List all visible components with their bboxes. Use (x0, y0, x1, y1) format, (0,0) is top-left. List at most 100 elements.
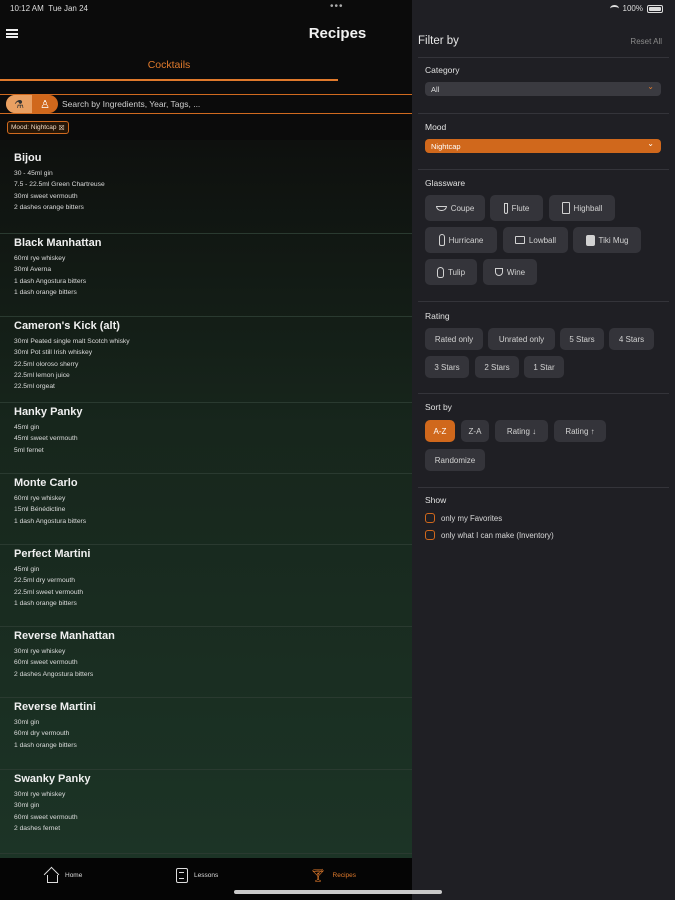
glass-icon[interactable]: ♙ (32, 95, 58, 113)
glassware-flute-label: Flute (511, 203, 530, 213)
recipe-ingredient: 7.5 - 22.5ml Green Chartreuse (14, 181, 105, 189)
recipe-ingredient: 22.5ml sweet vermouth (14, 588, 84, 596)
recipe-card[interactable]: Perfect Martini 45ml gin 22.5ml dry vermou… (0, 548, 412, 627)
mood-select[interactable]: Nightcap ⌄ (425, 139, 661, 153)
recipe-ingredient: 60ml sweet vermouth (14, 659, 78, 667)
recipe-ingredient: 30ml rye whiskey (14, 791, 66, 798)
tab-cocktails[interactable]: Cocktails (0, 52, 338, 81)
recipe-ingredient: 45ml sweet vermouth (14, 435, 78, 443)
divider (418, 301, 669, 302)
recipe-card[interactable]: Swanky Panky 30ml rye whiskey 30ml gin 60ml… (0, 773, 412, 854)
recipe-card[interactable]: Bijou 30 - 45ml gin 7.5 - 22.5ml Green Cha… (0, 152, 412, 234)
sort-a-z[interactable]: A-Z (425, 420, 455, 442)
active-filter-chip[interactable]: Mood: Nightcap ☒ (7, 121, 69, 134)
status-time: 10:12 AM Tue Jan 24 (10, 4, 88, 13)
ingredients-icon[interactable]: ⚗ (6, 95, 32, 113)
glassware-label: Glassware (425, 178, 466, 188)
search-row: ⚗ ♙ (0, 94, 412, 114)
glassware-tiki-mug[interactable]: Tiki Mug (573, 227, 641, 253)
tiki-mug-icon (585, 234, 595, 246)
glassware-coupe[interactable]: Coupe (425, 195, 485, 221)
highball-glass-icon (561, 202, 570, 214)
glassware-tulip[interactable]: Tulip (425, 259, 477, 285)
recipe-ingredient: 30ml rye whiskey (14, 648, 66, 655)
tab-lessons-label: Lessons (194, 871, 219, 879)
rating-4-stars[interactable]: 4 Stars (609, 328, 654, 350)
recipe-name: Hanky Panky (14, 406, 83, 418)
recipe-card[interactable]: Reverse Manhattan 30ml rye whiskey 60ml sw… (0, 630, 412, 698)
recipe-list: Bijou 30 - 45ml gin 7.5 - 22.5ml Green Cha… (0, 140, 412, 869)
recipe-ingredient: 30 - 45ml gin (14, 170, 53, 177)
category-value: All (431, 84, 440, 94)
glassware-flute[interactable]: Flute (490, 195, 543, 221)
inventory-label: only what I can make (Inventory) (441, 530, 554, 540)
menu-icon[interactable] (6, 29, 18, 38)
glassware-hurricane-label: Hurricane (448, 235, 484, 245)
recipe-ingredient: 2 dashes Angostura bitters (14, 670, 94, 678)
wifi-icon (609, 5, 619, 12)
recipe-ingredient: 22.5ml oloroso sherry (14, 360, 79, 368)
home-icon (44, 868, 59, 883)
multitasking-dots[interactable]: ••• (330, 1, 344, 12)
sort-randomize[interactable]: Randomize (425, 449, 485, 471)
recipe-ingredient: 30ml sweet vermouth (14, 192, 78, 200)
recipe-name: Cameron's Kick (alt) (14, 320, 120, 332)
recipe-ingredient: 1 dash orange bitters (14, 741, 77, 749)
glassware-hurricane[interactable]: Hurricane (425, 227, 497, 253)
reset-all-button[interactable]: Reset All (630, 37, 662, 46)
recipe-card[interactable]: Cameron's Kick (alt) 30ml Peated single m… (0, 320, 412, 403)
glassware-highball[interactable]: Highball (549, 195, 615, 221)
search-mode-toggle[interactable]: ⚗ ♙ (6, 95, 58, 113)
mood-value: Nightcap (431, 141, 461, 151)
recipe-ingredient: 2 dashes orange bitters (14, 203, 84, 211)
favorites-label: only my Favorites (441, 513, 503, 523)
recipe-ingredient: 30ml gin (14, 802, 40, 810)
recipe-ingredient: 60ml rye whiskey (14, 255, 66, 262)
search-input[interactable] (62, 97, 392, 111)
filter-panel: Filter by Reset All Category All ⌄ Mood … (412, 0, 675, 900)
sort-rating-desc[interactable]: Rating ↓ (495, 420, 548, 442)
home-indicator[interactable] (234, 890, 442, 894)
tulip-glass-icon (436, 266, 444, 278)
inventory-checkbox[interactable] (425, 530, 435, 540)
rating-rated-only[interactable]: Rated only (425, 328, 483, 350)
rating-2-stars[interactable]: 2 Stars (475, 356, 519, 378)
recipe-card[interactable]: Hanky Panky 45ml gin 45ml sweet vermouth 5m… (0, 406, 412, 474)
sort-rating-asc[interactable]: Rating ↑ (554, 420, 606, 442)
recipe-card[interactable]: Black Manhattan 60ml rye whiskey 30ml Aver… (0, 237, 412, 317)
book-icon (176, 867, 188, 883)
recipe-ingredient: 30ml Pot still Irish whiskey (14, 349, 93, 357)
page-title: Recipes (308, 25, 367, 42)
recipe-card[interactable]: Monte Carlo 60ml rye whiskey 15ml Bénédict… (0, 477, 412, 545)
close-icon[interactable]: ☒ (59, 124, 65, 132)
rating-unrated-only[interactable]: Unrated only (488, 328, 555, 350)
tab-recipes[interactable]: 🍸︎ Recipes (310, 858, 356, 892)
recipe-name: Reverse Manhattan (14, 630, 115, 642)
mood-label: Mood (425, 122, 447, 132)
glassware-lowball[interactable]: Lowball (503, 227, 568, 253)
tab-home[interactable]: Home (44, 858, 82, 892)
rating-5-stars[interactable]: 5 Stars (560, 328, 604, 350)
recipe-ingredient: 22.5ml orgeat (14, 383, 55, 391)
rating-3-stars[interactable]: 3 Stars (425, 356, 469, 378)
glassware-tiki-mug-label: Tiki Mug (598, 235, 629, 245)
recipe-ingredient: 1 dash orange bitters (14, 599, 77, 607)
rating-label: Rating (425, 311, 450, 321)
divider (418, 57, 669, 58)
glassware-wine[interactable]: Wine (483, 259, 537, 285)
glassware-tulip-label: Tulip (447, 267, 466, 277)
filter-title: Filter by (418, 35, 459, 47)
recipe-name: Bijou (14, 152, 42, 164)
divider (418, 487, 669, 488)
recipe-ingredient: 2 dashes fernet (14, 824, 61, 832)
favorites-checkbox[interactable] (425, 513, 435, 523)
category-select[interactable]: All ⌄ (425, 82, 661, 96)
show-favorites-option[interactable]: only my Favorites (425, 513, 502, 523)
show-inventory-option[interactable]: only what I can make (Inventory) (425, 530, 554, 540)
recipe-card[interactable]: Reverse Martini 30ml gin 60ml dry vermouth… (0, 701, 412, 770)
tab-lessons[interactable]: Lessons (176, 858, 218, 892)
rating-1-star[interactable]: 1 Star (524, 356, 564, 378)
recipe-ingredient: 22.5ml dry vermouth (14, 577, 75, 585)
sort-z-a[interactable]: Z-A (461, 420, 489, 442)
glassware-highball-label: Highball (573, 203, 603, 213)
